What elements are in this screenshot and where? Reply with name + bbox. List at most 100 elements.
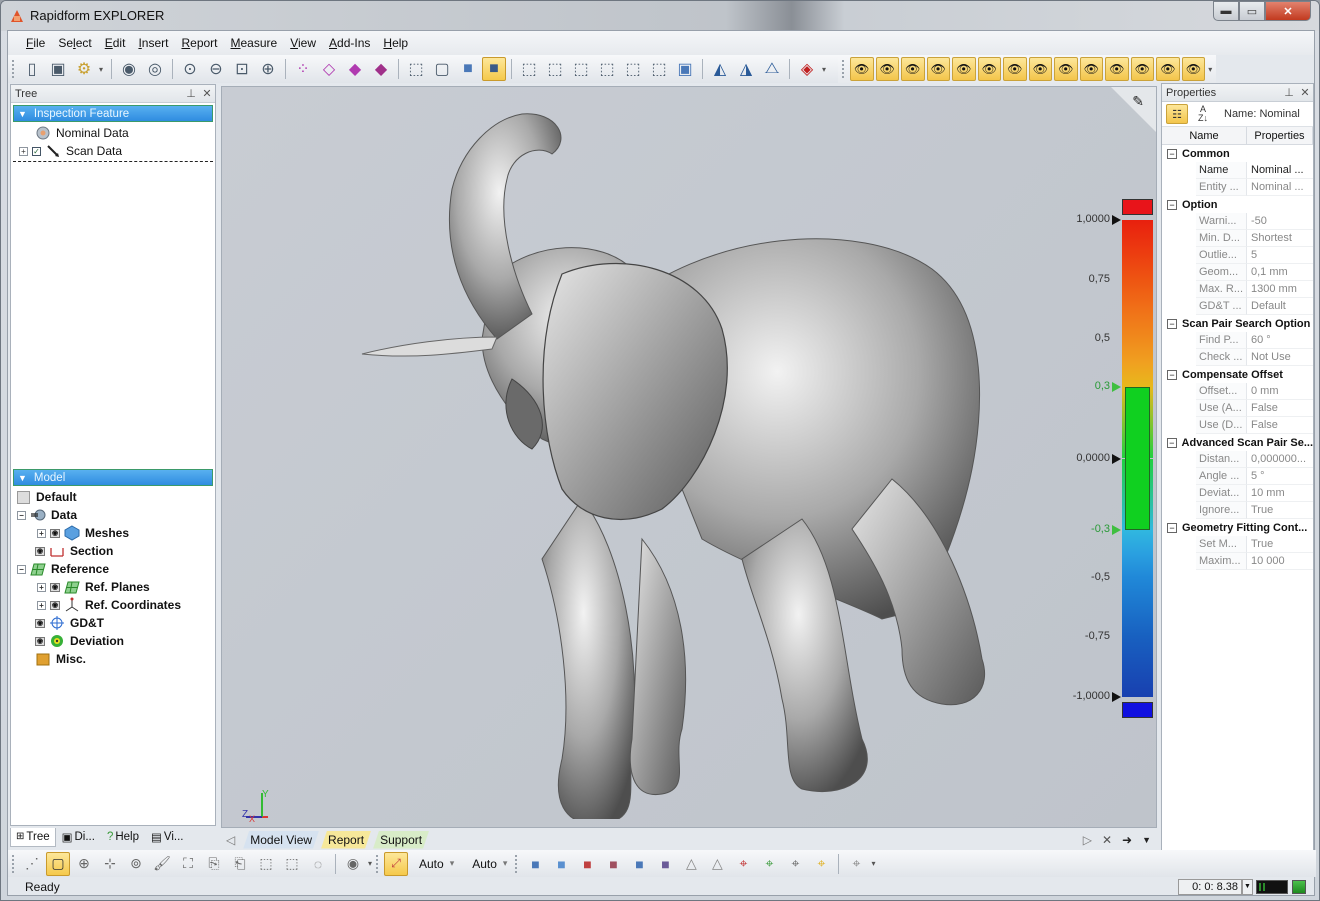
property-value[interactable]: Nominal ... bbox=[1247, 179, 1313, 196]
mirror-button[interactable]: ⧍ bbox=[760, 57, 784, 81]
menu-measure[interactable]: Measure bbox=[231, 36, 278, 50]
property-value[interactable]: 0 mm bbox=[1247, 383, 1313, 400]
menu-select[interactable]: Select bbox=[58, 36, 91, 50]
tab-display[interactable]: ▣ Di... bbox=[56, 828, 101, 847]
deviation-color-map[interactable]: 1,0000 0,75 0,5 0,3 0,0000 -0,3 -0,5 -0,75 -1,00… bbox=[1062, 199, 1156, 739]
vis-lines-toggle[interactable]: 👁 bbox=[1028, 57, 1053, 81]
vis-sections-toggle[interactable]: 👁 bbox=[977, 57, 1002, 81]
property-row[interactable]: Max. R... 1300 mm bbox=[1162, 281, 1313, 298]
tolerance-marker-handle[interactable] bbox=[1112, 381, 1121, 392]
toolbar-overflow-icon[interactable]: ▾ bbox=[99, 65, 107, 74]
select-shrink-button[interactable]: ⬚ bbox=[254, 852, 278, 876]
title-bar[interactable]: Rapidform EXPLORER ▬ ▭ ✕ bbox=[1, 1, 1319, 31]
property-value[interactable]: 10 000 bbox=[1247, 553, 1313, 570]
close-button[interactable]: ✕ bbox=[1265, 1, 1311, 21]
visibility-eye-icon[interactable]: ◉ bbox=[50, 582, 60, 592]
show-all-button[interactable]: ◉ bbox=[117, 57, 141, 81]
property-value[interactable]: 1300 mm bbox=[1247, 281, 1313, 298]
property-value[interactable]: True bbox=[1247, 502, 1313, 519]
view-front-button[interactable]: ⬚ bbox=[517, 57, 541, 81]
filter-body-button[interactable]: ■ bbox=[601, 852, 625, 876]
view-back-button[interactable]: ⬚ bbox=[543, 57, 567, 81]
wireframe-diamond-button[interactable]: ◇ bbox=[317, 57, 341, 81]
tab-view[interactable]: ▤ Vi... bbox=[145, 828, 189, 847]
view-right-button[interactable]: ⬚ bbox=[595, 57, 619, 81]
display-settings-button[interactable]: ◈ bbox=[795, 57, 819, 81]
timer-dropdown[interactable]: ▼ bbox=[1242, 879, 1253, 895]
inspection-feature-header[interactable]: ▼ Inspection Feature bbox=[13, 105, 213, 122]
property-value[interactable]: False bbox=[1247, 417, 1313, 434]
property-row[interactable]: Use (A... False bbox=[1162, 400, 1313, 417]
range-marker-handle[interactable] bbox=[1112, 692, 1121, 702]
filter-button[interactable]: ⤢ bbox=[384, 851, 408, 876]
visibility-eye-icon[interactable]: ◉ bbox=[35, 618, 45, 628]
zoom-out-button[interactable]: ⊖ bbox=[204, 57, 228, 81]
property-row[interactable]: Outlie... 5 bbox=[1162, 247, 1313, 264]
collapse-icon[interactable]: − bbox=[17, 564, 26, 574]
checkbox-icon[interactable]: ✓ bbox=[32, 146, 41, 156]
tab-next-icon[interactable]: ➜ bbox=[1122, 833, 1132, 847]
tab-close-icon[interactable]: ✕ bbox=[1102, 833, 1112, 847]
toolbar-grip[interactable] bbox=[515, 854, 518, 873]
expand-icon[interactable]: + bbox=[37, 600, 46, 610]
property-row[interactable]: Check ... Not Use bbox=[1162, 349, 1313, 366]
property-row[interactable]: Maxim... 10 000 bbox=[1162, 553, 1313, 570]
filter-face-button[interactable]: ■ bbox=[575, 852, 599, 876]
flip-right-button[interactable]: ◮ bbox=[734, 57, 758, 81]
scan-model-elephant[interactable] bbox=[282, 99, 1002, 819]
tree-item-misc[interactable]: Misc. bbox=[13, 650, 215, 668]
property-value[interactable]: 5 bbox=[1247, 247, 1313, 264]
toolbar-overflow-icon[interactable]: ▾ bbox=[368, 859, 376, 868]
property-value[interactable]: True bbox=[1247, 536, 1313, 553]
column-name-header[interactable]: Name bbox=[1162, 127, 1247, 144]
tab-help[interactable]: ? Help bbox=[101, 828, 145, 847]
tree-item-reference[interactable]: − Reference bbox=[13, 560, 215, 578]
toolbar-grip[interactable] bbox=[12, 60, 15, 78]
menu-report[interactable]: Report bbox=[181, 36, 217, 50]
hide-button[interactable]: ◎ bbox=[143, 57, 167, 81]
property-category-advanced-scan-pair-se[interactable]: − Advanced Scan Pair Se... bbox=[1162, 434, 1313, 451]
property-value[interactable]: 60 ° bbox=[1247, 332, 1313, 349]
filter-solid-button[interactable]: ■ bbox=[653, 852, 677, 876]
collapse-icon[interactable]: − bbox=[1167, 437, 1177, 448]
property-row[interactable]: Offset... 0 mm bbox=[1162, 383, 1313, 400]
filter-region-button[interactable]: ■ bbox=[549, 852, 573, 876]
visibility-eye-icon[interactable]: ◉ bbox=[35, 636, 45, 646]
property-category-common[interactable]: − Common bbox=[1162, 145, 1313, 162]
tolerance-marker-handle[interactable] bbox=[1112, 525, 1121, 536]
toolbar-overflow-icon[interactable]: ▾ bbox=[1208, 65, 1216, 74]
toolbar-overflow-icon[interactable]: ▾ bbox=[871, 859, 879, 868]
tree-item-default[interactable]: Default bbox=[13, 488, 215, 506]
view-bottom-button[interactable]: ⬚ bbox=[647, 57, 671, 81]
vis-vertices-toggle[interactable]: 👁 bbox=[1003, 57, 1027, 81]
select-line-button[interactable]: ⋰ bbox=[20, 852, 44, 876]
property-row[interactable]: Warni... -50 bbox=[1162, 213, 1313, 230]
property-row[interactable]: Angle ... 5 ° bbox=[1162, 468, 1313, 485]
menu-file[interactable]: File bbox=[26, 36, 45, 50]
property-category-geometry-fitting-cont[interactable]: − Geometry Fitting Cont... bbox=[1162, 519, 1313, 536]
filter-multi-button[interactable]: ⌖ bbox=[844, 852, 868, 876]
column-properties-header[interactable]: Properties bbox=[1247, 127, 1313, 144]
property-value[interactable]: False bbox=[1247, 400, 1313, 417]
3d-viewport[interactable]: ✎ Y Z X 1,0000 0,75 0,5 0,3 0,0000 -0,3 … bbox=[221, 86, 1157, 828]
expand-icon[interactable]: + bbox=[19, 146, 28, 156]
vis-points-toggle[interactable]: 👁 bbox=[849, 57, 874, 81]
menu-edit[interactable]: Edit bbox=[105, 36, 126, 50]
property-category-option[interactable]: − Option bbox=[1162, 196, 1313, 213]
property-row[interactable]: Deviat... 10 mm bbox=[1162, 485, 1313, 502]
minimize-button[interactable]: ▬ bbox=[1213, 1, 1239, 21]
select-brush-button[interactable]: ⊚ bbox=[124, 852, 148, 876]
options-button[interactable]: ⚙ bbox=[72, 57, 96, 81]
select-connected-button[interactable]: ⎘ bbox=[202, 852, 226, 876]
tab-support[interactable]: Support bbox=[373, 831, 429, 849]
select-surface-button[interactable]: ◌ bbox=[306, 852, 330, 876]
collapse-icon[interactable]: − bbox=[1167, 199, 1177, 210]
toolbar-grip[interactable] bbox=[12, 854, 15, 873]
zoom-region-button[interactable]: ⊡ bbox=[230, 57, 254, 81]
tab-list-icon[interactable]: ▼ bbox=[1142, 835, 1151, 845]
property-value[interactable]: 10 mm bbox=[1247, 485, 1313, 502]
expand-icon[interactable]: + bbox=[37, 582, 46, 592]
vis-solid-toggle[interactable]: 👁 bbox=[926, 57, 951, 81]
property-value[interactable]: 5 ° bbox=[1247, 468, 1313, 485]
wireframe-cube-button[interactable]: ⬚ bbox=[404, 57, 428, 81]
